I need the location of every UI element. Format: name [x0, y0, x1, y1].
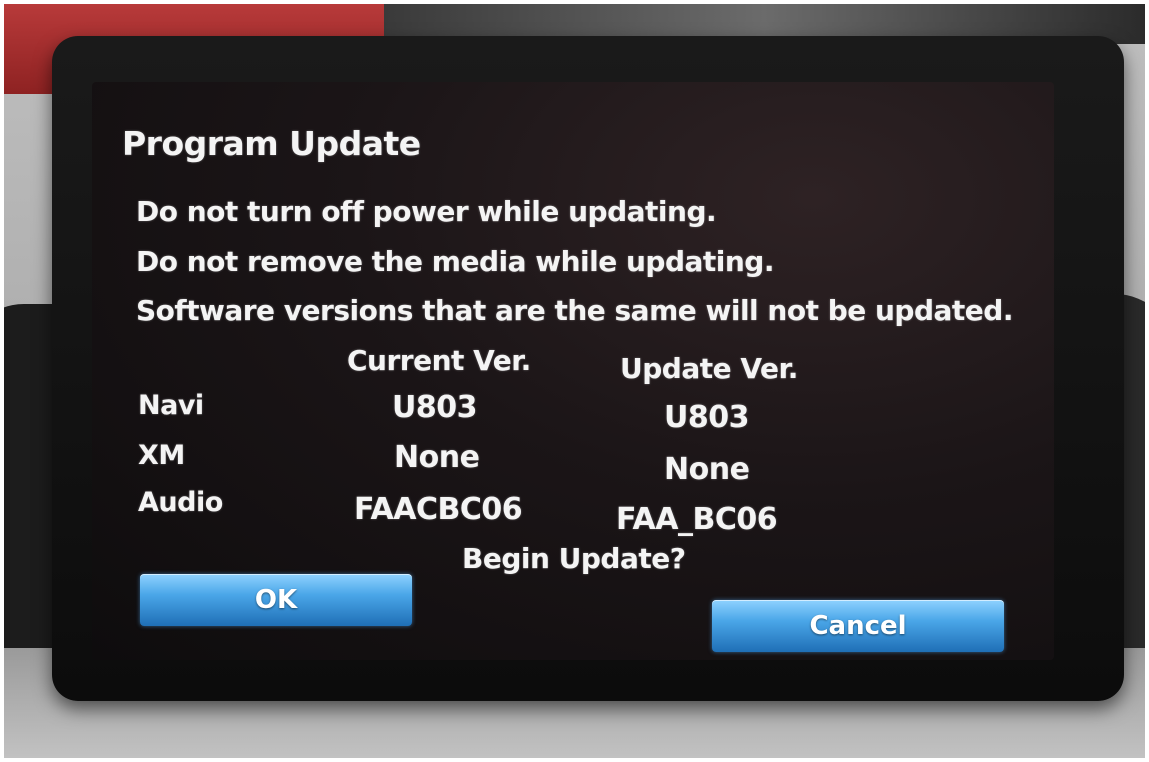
audio-update-version: FAA_BC06: [616, 502, 778, 537]
cancel-button[interactable]: Cancel: [712, 600, 1004, 652]
navi-update-version: U803: [664, 400, 749, 435]
cancel-button-label: Cancel: [809, 611, 907, 641]
row-label-audio: Audio: [138, 487, 223, 518]
column-header-update: Update Ver.: [620, 352, 798, 385]
photo-frame: Program Update Do not turn off power whi…: [4, 4, 1145, 758]
begin-update-prompt: Begin Update?: [462, 542, 686, 575]
warning-media: Do not remove the media while updating.: [136, 245, 774, 278]
warning-same-version: Software versions that are the same will…: [136, 294, 1013, 327]
page-title: Program Update: [122, 124, 421, 163]
ok-button-label: OK: [254, 585, 298, 615]
display-screen: Program Update Do not turn off power whi…: [92, 82, 1054, 660]
column-header-current: Current Ver.: [347, 344, 531, 377]
row-label-xm: XM: [138, 440, 185, 471]
warning-power: Do not turn off power while updating.: [136, 195, 717, 228]
ok-button[interactable]: OK: [140, 574, 412, 626]
xm-update-version: None: [664, 452, 750, 487]
navi-current-version: U803: [392, 390, 477, 425]
audio-current-version: FAACBC06: [354, 492, 523, 527]
row-label-navi: Navi: [138, 390, 204, 421]
xm-current-version: None: [394, 440, 480, 475]
